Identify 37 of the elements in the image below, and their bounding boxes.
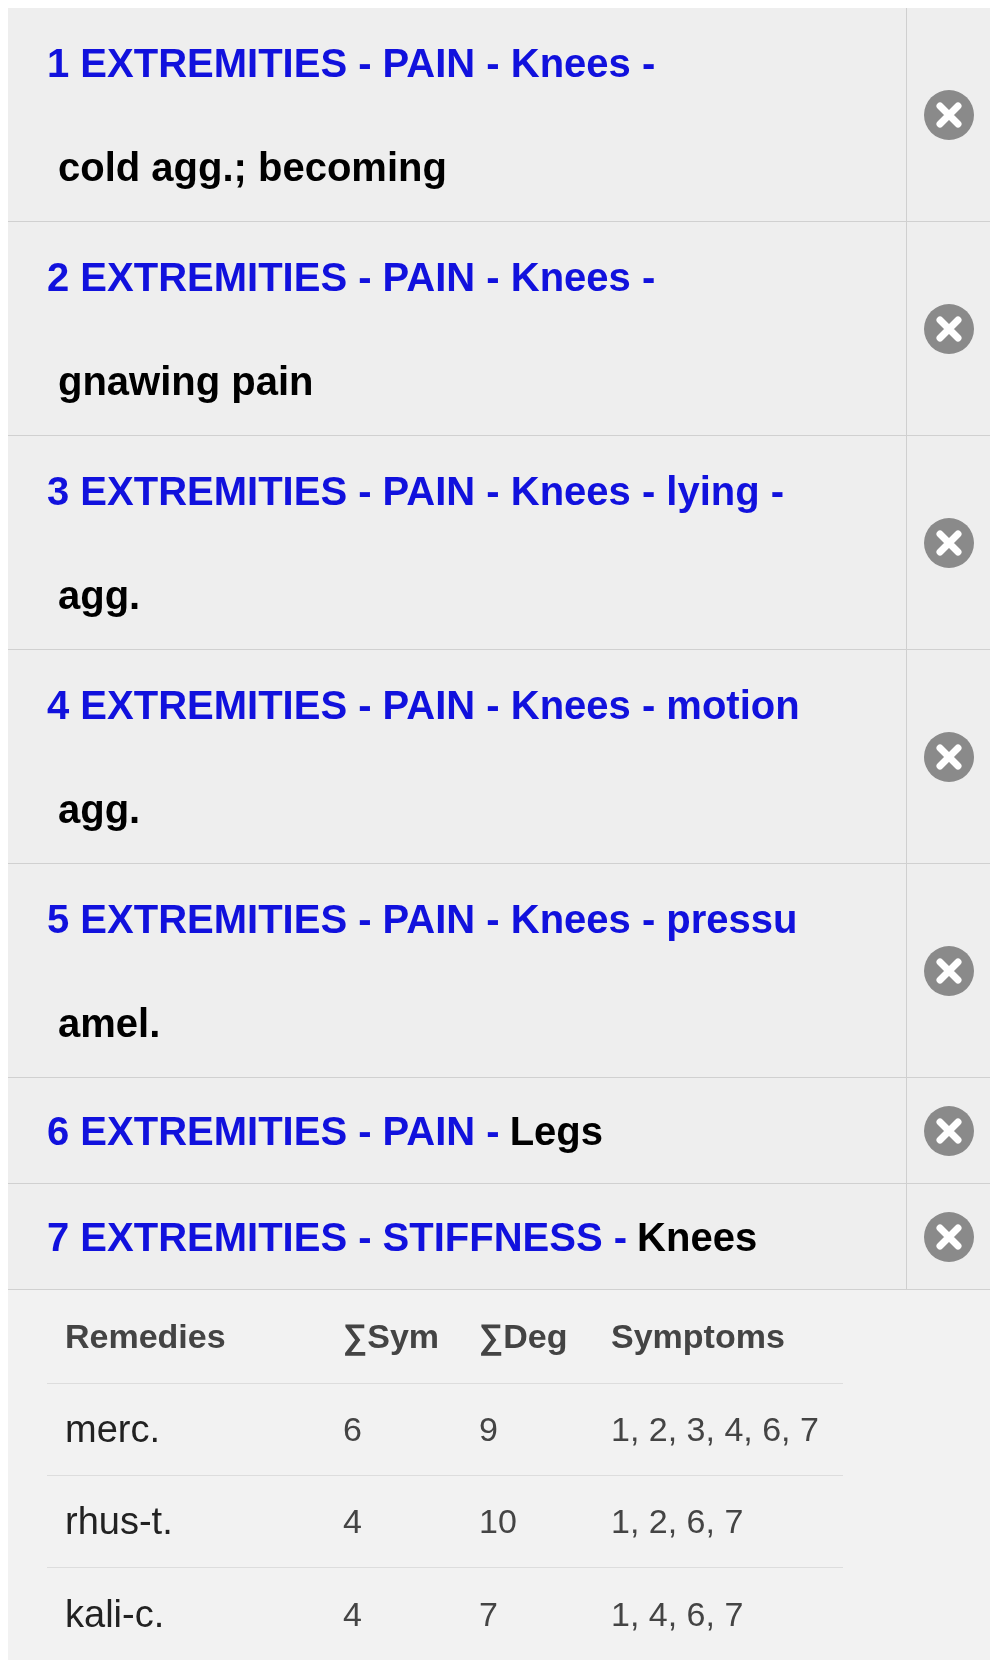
table-cell: 6 xyxy=(343,1410,362,1448)
column-header: Remedies xyxy=(65,1317,226,1355)
close-icon[interactable] xyxy=(922,1104,975,1157)
table-cell: 4 xyxy=(343,1594,362,1633)
close-icon[interactable] xyxy=(922,730,975,783)
symptom-path[interactable]: 7 EXTREMITIES - STIFFNESS - xyxy=(47,1206,628,1267)
column-header: Symptoms xyxy=(611,1317,785,1355)
close-icon[interactable] xyxy=(922,516,975,569)
symptom-path[interactable]: 1 EXTREMITIES - PAIN - Knees - xyxy=(47,32,906,93)
close-icon[interactable] xyxy=(922,88,975,141)
symptom-detail: agg. xyxy=(57,785,142,833)
symptom-detail: agg. xyxy=(57,571,142,619)
table-cell: 1, 2, 3, 4, 6, 7 xyxy=(611,1410,819,1448)
symptom-path[interactable]: 3 EXTREMITIES - PAIN - Knees - lying - xyxy=(47,460,906,521)
table-cell: rhus-t. xyxy=(65,1500,173,1542)
table-cell: 1, 4, 6, 7 xyxy=(611,1594,744,1633)
symptom-path[interactable]: 6 EXTREMITIES - PAIN - xyxy=(47,1100,500,1161)
symptom-detail: gnawing pain xyxy=(57,357,315,405)
symptom-path[interactable]: 5 EXTREMITIES - PAIN - Knees - pressu xyxy=(47,888,906,949)
table-cell: kali-c. xyxy=(65,1592,165,1635)
table-cell: merc. xyxy=(65,1408,160,1450)
symptom-detail: Knees xyxy=(637,1213,758,1261)
column-header: ∑Sym xyxy=(343,1317,440,1355)
column-header: ∑Deg xyxy=(479,1317,568,1355)
close-icon[interactable] xyxy=(922,1210,975,1263)
table-cell: 4 xyxy=(343,1502,362,1540)
symptom-path[interactable]: 2 EXTREMITIES - PAIN - Knees - xyxy=(47,246,906,307)
table-cell: 7 xyxy=(479,1594,498,1633)
table-cell: 9 xyxy=(479,1410,498,1448)
symptom-detail: Legs xyxy=(509,1107,603,1155)
symptom-detail: cold agg.; becoming xyxy=(57,143,448,191)
table-cell: 10 xyxy=(479,1502,517,1540)
symptom-detail: amel. xyxy=(57,999,162,1047)
symptom-path[interactable]: 4 EXTREMITIES - PAIN - Knees - motion xyxy=(47,674,906,735)
close-icon[interactable] xyxy=(922,944,975,997)
close-icon[interactable] xyxy=(922,302,975,355)
table-cell: 1, 2, 6, 7 xyxy=(611,1502,744,1540)
